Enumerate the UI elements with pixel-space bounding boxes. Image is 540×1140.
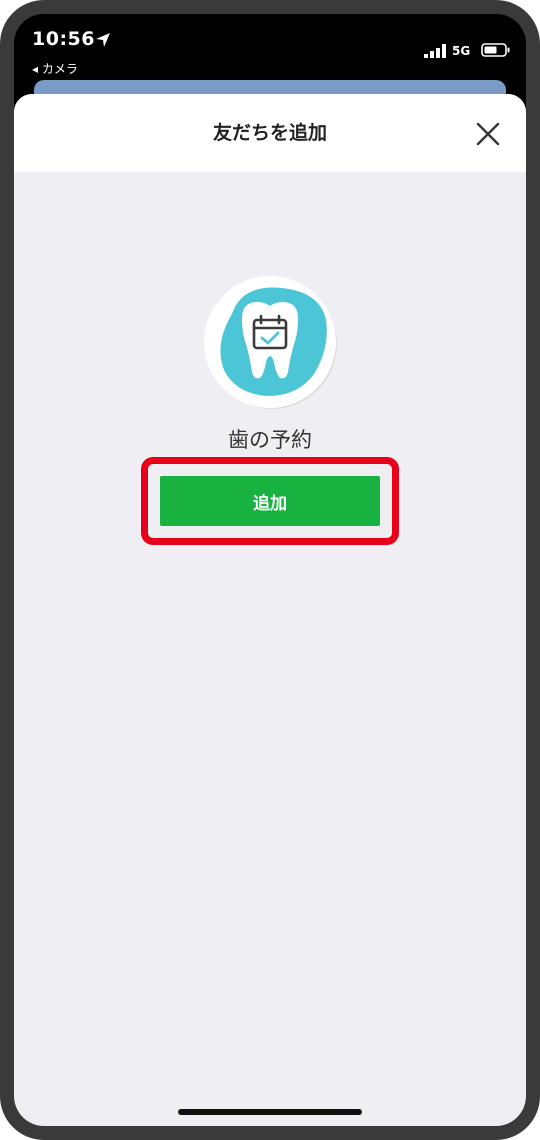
status-time: 10:56 — [32, 28, 95, 50]
battery-icon — [481, 43, 510, 57]
sheet-title: 友だちを追加 — [212, 122, 327, 144]
screen: 10:56 ◂ カメラ 5G 友だちを追加 歯の予約 追加 — [14, 14, 526, 1126]
add-friend-button[interactable]: 追加 — [160, 476, 380, 526]
account-name: 歯の予約 — [228, 428, 312, 452]
tooth-calendar-icon — [204, 276, 337, 409]
back-to-app-link[interactable]: ◂ カメラ — [32, 60, 78, 77]
home-indicator — [178, 1109, 362, 1115]
signal-bars-icon — [424, 44, 446, 58]
add-friend-sheet: 友だちを追加 歯の予約 追加 — [14, 94, 526, 1126]
location-arrow-icon — [96, 33, 110, 47]
close-icon[interactable] — [474, 120, 502, 148]
network-type: 5G — [452, 44, 471, 58]
phone-frame: 10:56 ◂ カメラ 5G 友だちを追加 歯の予約 追加 — [0, 0, 540, 1140]
sheet-header: 友だちを追加 — [14, 94, 526, 172]
